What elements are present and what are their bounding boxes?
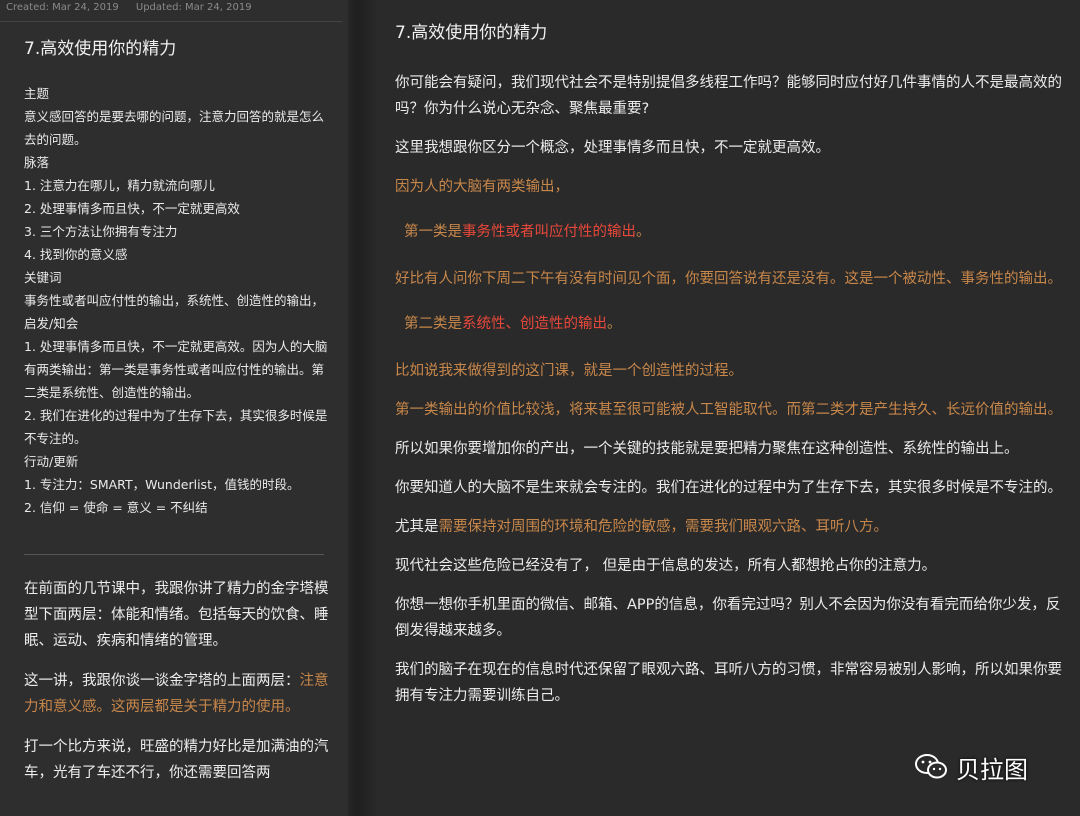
- paragraph-text: 尤其是: [395, 519, 439, 535]
- note-body: 在前面的几节课中，我跟你讲了精力的金字塔模型下面两层：体能和情绪。包括每天的饮食…: [24, 576, 332, 800]
- outline-line: 3. 三个方法让你拥有专注力: [24, 224, 178, 239]
- paragraph-text: 第二类是: [404, 316, 462, 332]
- paragraph: 因为人的大脑有两类输出，: [395, 179, 569, 195]
- outline-line: 关键词: [24, 270, 62, 285]
- outline-line: 事务性或者叫应付性的输出，系统性、创造性的输出，: [24, 293, 325, 308]
- paragraph-text: 这一讲，我跟你谈一谈金字塔的上面两层：: [24, 673, 300, 689]
- outline-line: 意义感回答的是要去哪的问题，注意力回答的就是怎么去的问题。: [24, 109, 325, 147]
- note-title: 7.高效使用你的精力: [24, 39, 177, 59]
- note-meta: Created: Mar 24, 2019 Updated: Mar 24, 2…: [6, 2, 266, 13]
- paragraph-text: 。: [636, 224, 651, 240]
- paragraph: 第二类是系统性、创造性的输出。: [395, 311, 1063, 337]
- paragraph: 我们的脑子在现在的信息时代还保留了眼观六路、耳听八方的习惯，非常容易被别人影响，…: [395, 662, 1062, 704]
- paragraph: 第一类是事务性或者叫应付性的输出。: [395, 219, 1063, 245]
- outline-line: 1. 注意力在哪儿，精力就流向哪儿: [24, 178, 215, 193]
- outline-pane: Created: Mar 24, 2019 Updated: Mar 24, 2…: [0, 0, 348, 816]
- meta-divider: [0, 21, 342, 22]
- pane-divider[interactable]: [348, 0, 378, 816]
- article-body: 你可能会有疑问，我们现代社会不是特别提倡多线程工作吗？能够同时应付好几件事情的人…: [395, 70, 1063, 722]
- outline-line: 启发/知会: [24, 316, 79, 331]
- paragraph: 你可能会有疑问，我们现代社会不是特别提倡多线程工作吗？能够同时应付好几件事情的人…: [395, 75, 1062, 117]
- outline-line: 2. 处理事情多而且快，不一定就更高效: [24, 201, 240, 216]
- paragraph: 尤其是需要保持对周围的环境和危险的敏感，需要我们眼观六路、耳听八方。: [395, 514, 1063, 540]
- paragraph: 你要知道人的大脑不是生来就会专注的。我们在进化的过程中为了生存下去，其实很多时候…: [395, 480, 1062, 496]
- article-title: 7.高效使用你的精力: [395, 23, 548, 43]
- outline-line: 1. 处理事情多而且快，不一定就更高效。因为人的大脑有两类输出：第一类是事务性或…: [24, 339, 328, 400]
- outline-line: 主题: [24, 86, 50, 101]
- outline-line: 2. 信仰 = 使命 = 意义 = 不纠结: [24, 500, 208, 515]
- outline-line: 脉落: [24, 155, 50, 170]
- paragraph: 你想一想你手机里面的微信、邮箱、APP的信息，你看完过吗？别人不会因为你没有看完…: [395, 597, 1061, 639]
- updated-date: Updated: Mar 24, 2019: [135, 2, 252, 13]
- highlight-text: 系统性、创造性的输出: [462, 316, 607, 332]
- wechat-icon: [915, 754, 947, 779]
- section-divider: [24, 554, 324, 555]
- note-outline: 主题 意义感回答的是要去哪的问题，注意力回答的就是怎么去的问题。 脉落 1. 注…: [24, 82, 330, 519]
- outline-line: 行动/更新: [24, 454, 79, 469]
- created-date: Created: Mar 24, 2019: [6, 2, 119, 13]
- watermark-text: 贝拉图: [956, 755, 1028, 784]
- paragraph-text: 。: [607, 316, 622, 332]
- paragraph: 第一类输出的价值比较浅，将来甚至很可能被人工智能取代。而第二类才是产生持久、长远…: [395, 402, 1062, 418]
- paragraph: 好比有人问你下周二下午有没有时间见个面，你要回答说有还是没有。这是一个被动性、事…: [395, 271, 1062, 287]
- paragraph: 现代社会这些危险已经没有了， 但是由于信息的发达，所有人都想抢占你的注意力。: [395, 558, 937, 574]
- paragraph: 比如说我来做得到的这门课，就是一个创造性的过程。: [395, 363, 743, 379]
- highlight-text: 事务性或者叫应付性的输出: [462, 224, 636, 240]
- highlight-text: 需要保持对周围的环境和危险的敏感，需要我们眼观六路、耳听八方。: [438, 519, 889, 535]
- paragraph: 打一个比方来说，旺盛的精力好比是加满油的汽车，光有了车还不行，你还需要回答两: [24, 739, 329, 781]
- outline-line: 2. 我们在进化的过程中为了生存下去，其实很多时候是不专注的。: [24, 408, 328, 446]
- article-pane: 7.高效使用你的精力 你可能会有疑问，我们现代社会不是特别提倡多线程工作吗？能够…: [378, 0, 1080, 816]
- paragraph-text: 第一类是: [404, 224, 462, 240]
- outline-line: 4. 找到你的意义感: [24, 247, 128, 262]
- paragraph: 这里我想跟你区分一个概念，处理事情多而且快，不一定就更高效。: [395, 140, 830, 156]
- watermark: 贝拉图: [914, 745, 1064, 789]
- paragraph: 在前面的几节课中，我跟你讲了精力的金字塔模型下面两层：体能和情绪。包括每天的饮食…: [24, 581, 329, 649]
- outline-line: 1. 专注力：SMART，Wunderlist，值钱的时段。: [24, 477, 300, 492]
- paragraph: 这一讲，我跟你谈一谈金字塔的上面两层：注意力和意义感。这两层都是关于精力的使用。: [24, 668, 332, 720]
- paragraph: 所以如果你要增加你的产出，一个关键的技能就是要把精力聚焦在这种创造性、系统性的输…: [395, 441, 1019, 457]
